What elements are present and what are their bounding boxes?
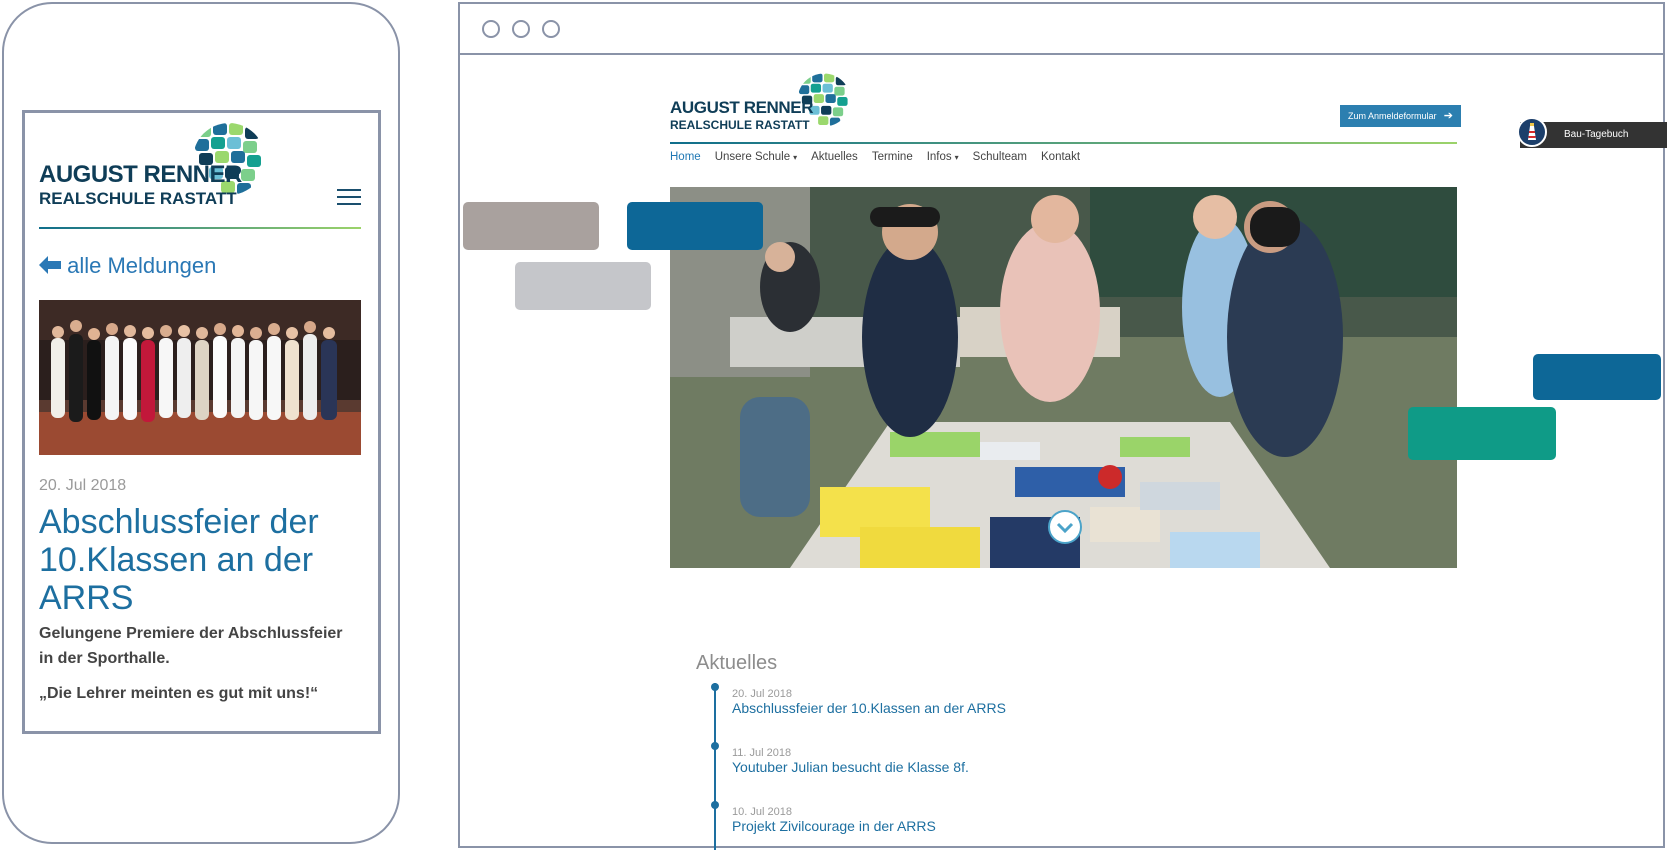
nav-label: Infos <box>926 151 952 163</box>
nav-label: Unsere Schule <box>714 151 791 163</box>
browser-toolbar <box>460 4 1663 55</box>
bau-tagebuch-label: Bau-Tagebuch <box>1564 129 1629 140</box>
window-dot-icon[interactable] <box>512 20 530 38</box>
nav-item-schulteam[interactable]: Schulteam <box>973 151 1027 163</box>
news-link[interactable]: Youtuber Julian besucht die Klasse 8f. <box>732 759 969 775</box>
logo-line2: REALSCHULE RASTATT <box>670 118 810 132</box>
article-quote: „Die Lehrer meinten es gut mit uns!“ <box>39 685 319 702</box>
decor-block-teal <box>1408 407 1556 460</box>
lighthouse-icon <box>1517 117 1547 147</box>
window-dot-icon[interactable] <box>542 20 560 38</box>
news-link[interactable]: Abschlussfeier der 10.Klassen an der ARR… <box>732 700 1006 716</box>
logo-line2: REALSCHULE RASTATT <box>39 189 237 208</box>
news-item: 10. Jul 2018 Projekt Zivilcourage in der… <box>732 806 936 834</box>
chevron-down-icon[interactable] <box>1048 510 1082 544</box>
article-lead: Gelungene Premiere der Abschlussfeier in… <box>39 625 343 667</box>
article-date: 20. Jul 2018 <box>39 477 127 494</box>
logo-line1: AUGUST RENNER <box>670 98 814 117</box>
news-heading: Aktuelles <box>696 652 778 674</box>
timeline-dot <box>711 683 719 691</box>
decor-block-blue <box>627 202 763 250</box>
menu-icon[interactable] <box>337 189 361 205</box>
nav-item-unsere-schule[interactable]: Unsere Schule ▾ <box>715 151 797 163</box>
window-dot-icon[interactable] <box>482 20 500 38</box>
timeline-dot <box>711 742 719 750</box>
news-timeline <box>711 683 719 850</box>
registration-button-label: Zum Anmeldeformular <box>1348 111 1437 121</box>
back-link-label: alle Meldungen <box>67 253 217 278</box>
registration-button[interactable]: Zum Anmeldeformular ➔ <box>1340 105 1461 127</box>
arrow-left-icon <box>39 256 61 274</box>
phone-screen: AUGUST RENNER REALSCHULE RASTATT alle Me… <box>22 110 381 734</box>
nav-item-termine[interactable]: Termine <box>872 151 913 163</box>
article-photo <box>39 300 361 455</box>
caret-down-icon: ▾ <box>793 153 798 162</box>
nav-item-aktuelles[interactable]: Aktuelles <box>811 151 858 163</box>
news-date: 11. Jul 2018 <box>732 747 792 759</box>
news-date: 10. Jul 2018 <box>732 806 792 818</box>
nav-item-home[interactable]: Home <box>670 151 701 163</box>
decor-block-light <box>515 262 651 310</box>
nav-item-infos[interactable]: Infos ▾ <box>927 151 959 163</box>
back-link[interactable]: alle Meldungen <box>39 253 216 279</box>
article-title: Abschlussfeier der 10.Klassen an der ARR… <box>39 503 319 617</box>
news-link[interactable]: Projekt Zivilcourage in der ARRS <box>732 818 936 834</box>
news-date: 20. Jul 2018 <box>732 688 792 700</box>
main-nav: Home Unsere Schule ▾ Aktuelles Termine In… <box>670 151 1080 163</box>
decor-block-blue <box>1533 354 1661 400</box>
decor-block-grey <box>463 202 599 250</box>
nav-item-kontakt[interactable]: Kontakt <box>1041 151 1080 163</box>
timeline-dot <box>711 801 719 809</box>
header-divider <box>39 227 361 229</box>
news-item: 20. Jul 2018 Abschlussfeier der 10.Klass… <box>732 688 1006 716</box>
news-item: 11. Jul 2018 Youtuber Julian besucht die… <box>732 747 969 775</box>
header-divider <box>670 142 1457 144</box>
arrow-right-icon: ➔ <box>1443 110 1453 122</box>
caret-down-icon: ▾ <box>954 153 959 162</box>
logo-line1: AUGUST RENNER <box>39 161 242 188</box>
